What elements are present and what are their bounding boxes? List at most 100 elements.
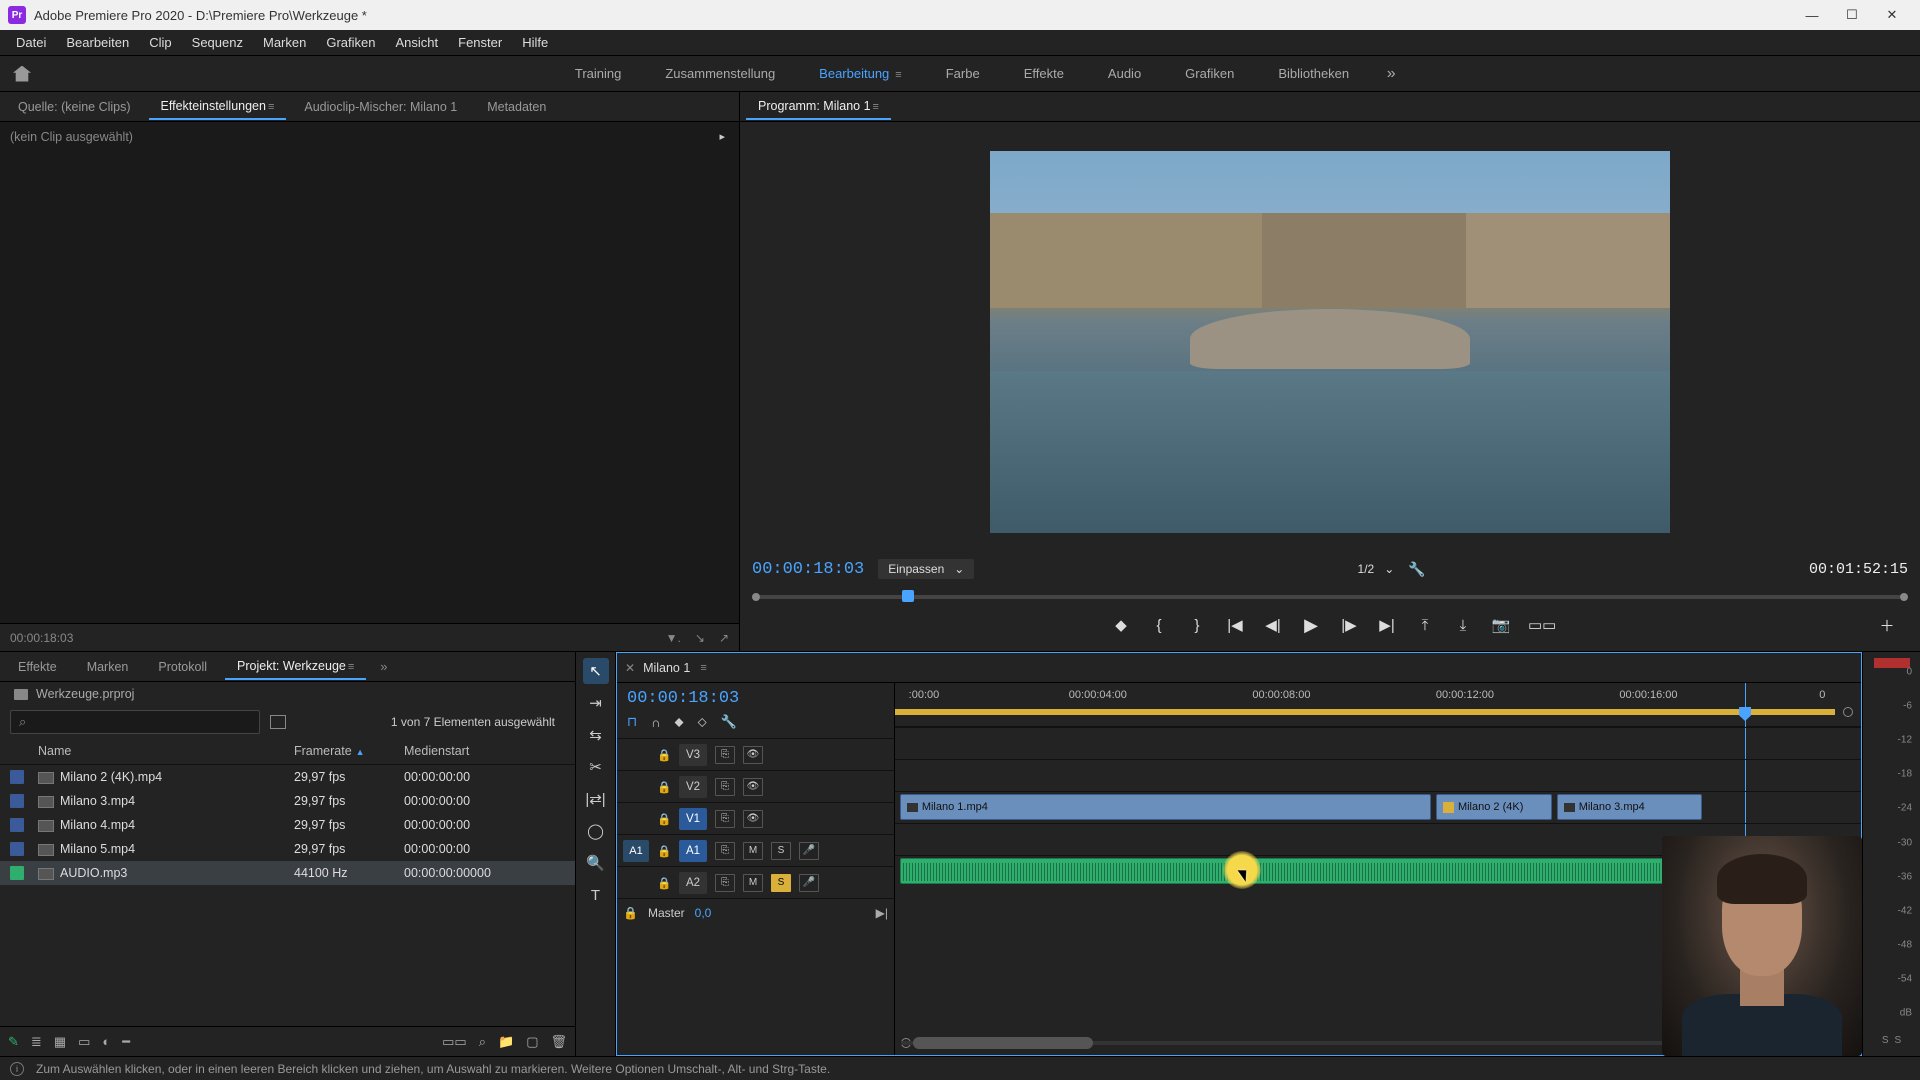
track-header-a2[interactable]: 🔒 A2 ⎘ M S 🎤 (617, 866, 894, 898)
program-video[interactable] (990, 151, 1670, 533)
pencil-icon[interactable]: ✎ (8, 1034, 19, 1050)
workspace-bearbeitung[interactable]: Bearbeitung≡ (797, 58, 924, 89)
timeline-timecode[interactable]: 00:00:18:03 (617, 683, 894, 710)
menu-sequenz[interactable]: Sequenz (182, 31, 253, 54)
menu-bearbeiten[interactable]: Bearbeiten (56, 31, 139, 54)
track-header-a1[interactable]: A1 🔒 A1 ⎘ M S 🎤 (617, 834, 894, 866)
solo-button[interactable]: S (771, 842, 791, 860)
voiceover-icon[interactable]: 🎤 (799, 842, 819, 860)
sync-lock-icon[interactable]: ⎘ (715, 810, 735, 828)
play-button[interactable]: ▶ (1300, 615, 1322, 636)
selection-tool[interactable]: ↖ (583, 658, 609, 684)
label-chip[interactable] (10, 770, 24, 784)
hand-tool[interactable]: 🔍 (583, 850, 609, 876)
linked-selection-icon[interactable]: ∩ (651, 715, 660, 730)
menu-ansicht[interactable]: Ansicht (385, 31, 448, 54)
workspace-overflow[interactable]: » (1371, 65, 1411, 83)
minimize-button[interactable]: — (1792, 1, 1832, 29)
track-select-tool[interactable]: ⇥ (583, 690, 609, 716)
freeform-view-icon[interactable]: ▭ (78, 1034, 90, 1050)
scrub-end-handle[interactable] (1900, 593, 1908, 601)
label-chip[interactable] (10, 818, 24, 832)
button-editor[interactable]: ＋ (1876, 615, 1898, 636)
tab-marken[interactable]: Marken (75, 655, 141, 679)
lock-icon[interactable]: 🔒 (623, 906, 638, 920)
delete-icon[interactable]: 🗑 (550, 1034, 567, 1050)
goto-out-button[interactable]: ▶| (1376, 616, 1398, 634)
overwrite-icon[interactable]: ↗ (719, 631, 729, 645)
workspace-grafiken[interactable]: Grafiken (1163, 58, 1256, 89)
snap-icon[interactable]: ⊓ (627, 714, 637, 730)
lane-v3[interactable] (895, 727, 1861, 759)
workspace-bibliotheken[interactable]: Bibliotheken (1256, 58, 1371, 89)
wrench-icon[interactable]: 🔧 (721, 714, 737, 730)
toggle-output-icon[interactable]: 👁 (743, 778, 763, 796)
track-label-v1[interactable]: V1 (679, 808, 707, 830)
label-chip[interactable] (10, 866, 24, 880)
sequence-name[interactable]: Milano 1 (643, 661, 690, 675)
menu-fenster[interactable]: Fenster (448, 31, 512, 54)
track-label-a2[interactable]: A2 (679, 872, 707, 894)
metadata-display-icon[interactable] (270, 715, 286, 729)
solo-button[interactable]: S (771, 874, 791, 892)
workspace-effekte[interactable]: Effekte (1002, 58, 1086, 89)
tab-programm[interactable]: Programm: Milano 1≡ (746, 94, 891, 120)
new-bin-icon[interactable]: 📁 (498, 1034, 514, 1050)
tab-projekt[interactable]: Projekt: Werkzeuge≡ (225, 654, 366, 680)
label-chip[interactable] (10, 794, 24, 808)
project-search-input[interactable]: ⌕ (10, 710, 260, 734)
filter-icon[interactable]: ▼. (666, 631, 681, 645)
program-scrubber[interactable] (752, 585, 1908, 607)
menu-marken[interactable]: Marken (253, 31, 316, 54)
lane-v2[interactable] (895, 759, 1861, 791)
timeline-ruler[interactable]: :00:00 00:00:04:00 00:00:08:00 00:00:12:… (895, 683, 1861, 727)
menu-datei[interactable]: Datei (6, 31, 56, 54)
track-header-v1[interactable]: 🔒 V1 ⎘ 👁 (617, 802, 894, 834)
tab-effekteinstellungen[interactable]: Effekteinstellungen≡ (149, 94, 287, 120)
panel-menu-icon[interactable]: ≡ (873, 101, 879, 113)
scrub-start-handle[interactable] (752, 593, 760, 601)
table-row[interactable]: Milano 2 (4K).mp4 29,97 fps 00:00:00:00 (0, 765, 575, 789)
insert-icon[interactable]: ↘ (695, 631, 705, 645)
tab-metadaten[interactable]: Metadaten (475, 95, 558, 119)
track-header-v3[interactable]: 🔒 V3 ⎘ 👁 (617, 738, 894, 770)
panel-menu-icon[interactable]: ≡ (700, 662, 706, 674)
col-framerate[interactable]: Framerate▲ (294, 744, 404, 758)
mark-in-button[interactable]: { (1148, 617, 1170, 634)
new-item-icon[interactable]: ▢ (526, 1034, 538, 1050)
marker-button[interactable]: ◆ (1110, 616, 1132, 634)
fit-dropdown[interactable]: Einpassen⌄ (878, 559, 974, 579)
mark-out-button[interactable]: } (1186, 617, 1208, 634)
clip-milano2[interactable]: Milano 2 (4K) (1436, 794, 1552, 820)
table-row[interactable]: Milano 4.mp4 29,97 fps 00:00:00:00 (0, 813, 575, 837)
lane-v1[interactable]: Milano 1.mp4 Milano 2 (4K) Milano 3.mp4 (895, 791, 1861, 823)
lift-button[interactable]: ⤒ (1414, 617, 1436, 634)
zoom-handle[interactable] (1843, 707, 1853, 717)
tab-quelle[interactable]: Quelle: (keine Clips) (6, 95, 143, 119)
icon-view-icon[interactable]: ▦ (54, 1034, 66, 1050)
close-button[interactable]: ✕ (1872, 1, 1912, 29)
lock-icon[interactable]: 🔒 (657, 748, 671, 762)
clip-audio[interactable] (900, 858, 1692, 884)
master-track[interactable]: 🔒 Master 0,0 ▶| (617, 898, 894, 926)
home-button[interactable] (0, 66, 44, 82)
col-medienstart[interactable]: Medienstart (404, 744, 571, 758)
toggle-output-icon[interactable]: 👁 (743, 810, 763, 828)
list-view-icon[interactable]: ≣ (31, 1034, 42, 1050)
source-patch-a1[interactable]: A1 (623, 840, 649, 862)
voiceover-icon[interactable]: 🎤 (799, 874, 819, 892)
sync-lock-icon[interactable]: ⎘ (715, 842, 735, 860)
lock-icon[interactable]: 🔒 (657, 844, 671, 858)
tab-effekte[interactable]: Effekte (6, 655, 69, 679)
maximize-button[interactable]: ☐ (1832, 1, 1872, 29)
comparison-button[interactable]: ▭▭ (1528, 616, 1550, 634)
clip-milano1[interactable]: Milano 1.mp4 (900, 794, 1431, 820)
workspace-zusammenstellung[interactable]: Zusammenstellung (643, 58, 797, 89)
program-timecode-current[interactable]: 00:00:18:03 (752, 560, 864, 579)
sync-lock-icon[interactable]: ⎘ (715, 874, 735, 892)
menu-hilfe[interactable]: Hilfe (512, 31, 558, 54)
slip-tool[interactable]: |⇄| (583, 786, 609, 812)
track-label-v2[interactable]: V2 (679, 776, 707, 798)
zoom-slider[interactable]: ━ (122, 1034, 182, 1050)
goto-end-icon[interactable]: ▶| (876, 906, 888, 920)
